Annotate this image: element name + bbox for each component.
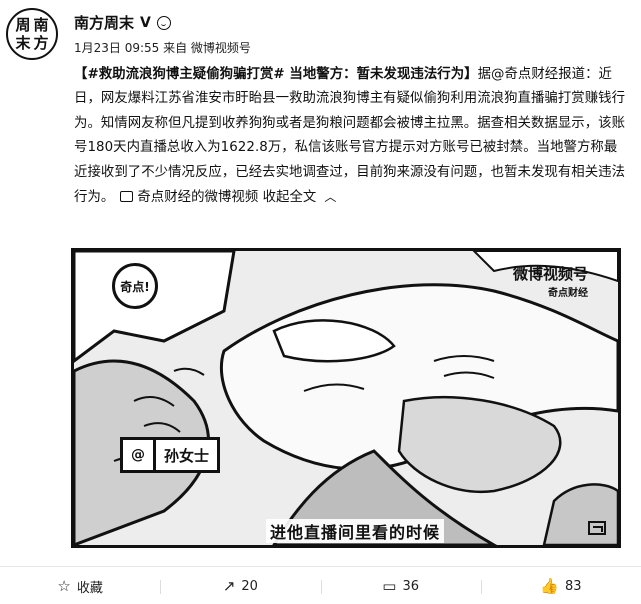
share-count: 20 bbox=[241, 578, 258, 594]
favorite-label: 收藏 bbox=[76, 580, 103, 596]
avatar-char: 南 bbox=[33, 15, 49, 34]
like-icon: 👍 bbox=[540, 576, 559, 595]
avatar[interactable]: 周 南 末 方 bbox=[6, 8, 58, 60]
collapse-link[interactable]: 收起全文 bbox=[263, 190, 317, 205]
avatar-char: 周 bbox=[15, 15, 31, 34]
speaker-tag-icon: @ bbox=[123, 440, 156, 470]
avatar-char: 方 bbox=[33, 33, 49, 52]
speaker-name: 孙女士 bbox=[164, 446, 210, 465]
fullscreen-icon[interactable] bbox=[588, 521, 606, 535]
like-button[interactable]: 👍 83 bbox=[480, 570, 641, 602]
comment-button[interactable]: ▭ 36 bbox=[320, 570, 481, 602]
avatar-char: 末 bbox=[15, 33, 31, 52]
video-subtitle: 进他直播间里看的时候 bbox=[266, 519, 445, 543]
comment-count: 36 bbox=[402, 578, 419, 594]
account-header: 南方周末 V bbox=[74, 12, 171, 33]
post-hashtag[interactable]: 【#救助流浪狗博主疑偷狗骗打赏# 当地警方：暂未发现违法行为】 bbox=[74, 67, 478, 82]
divider bbox=[0, 566, 641, 567]
channel-logo: 奇点! bbox=[112, 263, 158, 309]
verified-badge-icon: V bbox=[140, 14, 151, 31]
comment-icon: ▭ bbox=[382, 576, 397, 595]
post-meta: 1月23日 09:55 来自 微博视频号 bbox=[74, 41, 251, 55]
action-bar: ☆ 收藏 ↗ 20 ▭ 36 👍 83 bbox=[0, 570, 641, 602]
video-link[interactable]: 奇点财经的微博视频 bbox=[137, 190, 258, 205]
video-player[interactable]: 奇点! 微博视频号 奇点财经 @ 孙女士 进他直播间里看的时候 bbox=[71, 248, 621, 548]
share-button[interactable]: ↗ 20 bbox=[160, 570, 320, 602]
membership-icon bbox=[156, 15, 171, 30]
post-body: 据@奇点财经报道：近日，网友爆料江苏省淮安市盱眙县一救助流浪狗博主有疑似偷狗利用… bbox=[74, 67, 626, 206]
video-watermark: 微博视频号 奇点财经 bbox=[513, 263, 588, 299]
post-text: 【#救助流浪狗博主疑偷狗骗打赏# 当地警方：暂未发现违法行为】据@奇点财经报道：… bbox=[74, 63, 628, 210]
like-count: 83 bbox=[564, 578, 582, 594]
speaker-name-tag: @ 孙女士 bbox=[120, 437, 221, 473]
watermark-title: 微博视频号 bbox=[512, 265, 588, 283]
account-name[interactable]: 南方周末 bbox=[74, 12, 134, 33]
chevron-up-icon: ︿ bbox=[324, 190, 337, 205]
video-link-icon bbox=[120, 191, 134, 203]
favorite-button[interactable]: ☆ 收藏 bbox=[0, 570, 160, 602]
share-icon: ↗ bbox=[222, 576, 236, 595]
star-icon: ☆ bbox=[57, 576, 71, 595]
watermark-sub: 奇点财经 bbox=[548, 288, 588, 299]
